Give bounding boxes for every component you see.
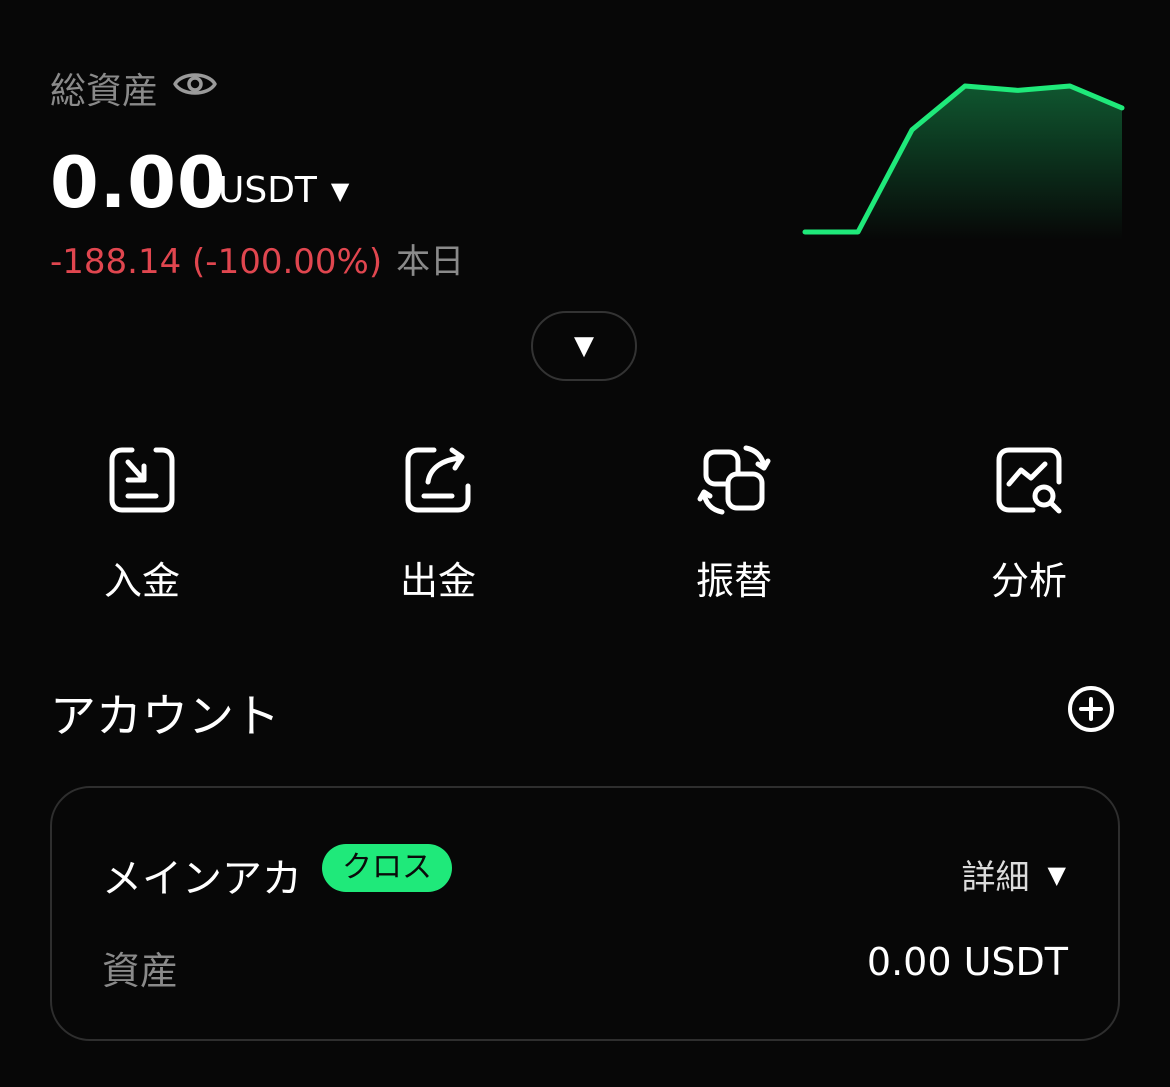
asset-value: 0.00 USDT xyxy=(866,940,1068,984)
balance-sparkline xyxy=(802,83,1125,240)
accounts-section-title: アカウント xyxy=(50,689,280,743)
currency-selector[interactable]: USDT ▼ xyxy=(218,170,349,211)
asset-label: 資産 xyxy=(102,949,179,993)
pnl-value: -188.14 (-100.00%) xyxy=(50,242,383,282)
margin-mode-badge: クロス xyxy=(322,844,452,892)
expand-button[interactable]: ▼ xyxy=(531,311,637,381)
currency-label: USDT xyxy=(218,170,317,211)
withdraw-button[interactable]: 出金 xyxy=(358,440,518,605)
deposit-icon xyxy=(109,447,175,513)
analysis-label: 分析 xyxy=(990,559,1067,603)
sparkline-area xyxy=(805,86,1122,240)
account-card[interactable]: メインアカ クロス 詳細 ▼ 資産 0.00 USDT xyxy=(50,786,1120,1041)
caret-down-icon: ▼ xyxy=(330,176,350,205)
plus-icon xyxy=(1079,697,1103,721)
account-name: メインアカ xyxy=(102,856,302,902)
total-assets-label: 総資産 xyxy=(50,71,159,112)
total-balance: 0.00 xyxy=(50,142,227,224)
deposit-label: 入金 xyxy=(103,559,180,603)
deposit-button[interactable]: 入金 xyxy=(62,440,222,605)
analysis-icon xyxy=(996,447,1062,514)
caret-down-icon: ▼ xyxy=(1047,860,1066,889)
detail-label: 詳細 xyxy=(961,858,1030,898)
eye-icon[interactable] xyxy=(172,64,218,104)
daily-pnl: -188.14 (-100.00%) 本日 xyxy=(50,234,464,283)
analysis-button[interactable]: 分析 xyxy=(949,440,1109,605)
detail-toggle[interactable]: 詳細 ▼ xyxy=(962,850,1066,899)
transfer-button[interactable]: 振替 xyxy=(654,440,814,605)
withdraw-icon xyxy=(405,447,471,513)
add-account-button[interactable] xyxy=(1066,684,1116,734)
transfer-icon xyxy=(697,445,771,515)
pnl-period: 本日 xyxy=(396,242,465,282)
caret-down-icon: ▼ xyxy=(574,331,594,361)
transfer-label: 振替 xyxy=(695,559,772,603)
withdraw-label: 出金 xyxy=(399,559,476,603)
